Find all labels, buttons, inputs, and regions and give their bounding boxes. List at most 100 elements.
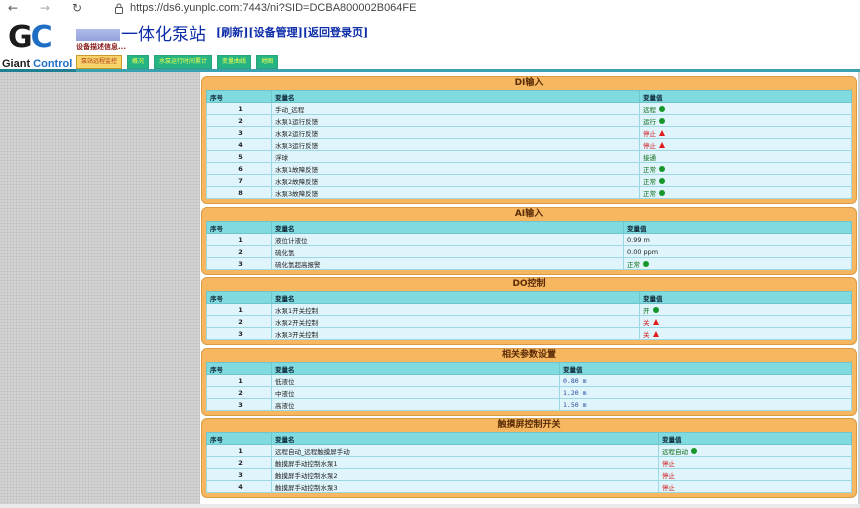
variable-value: 停止: [662, 483, 675, 492]
table-row: 2 硫化氢 0.00 ppm: [206, 245, 852, 258]
row-number: 3: [206, 468, 272, 481]
row-number: 3: [206, 398, 272, 411]
variable-value-cell: 开: [639, 303, 852, 316]
variable-value-cell: 正常: [639, 162, 852, 175]
row-number: 2: [206, 245, 272, 258]
column-header: 序号: [206, 221, 272, 234]
column-header: 序号: [206, 432, 272, 445]
status-ok-icon: [659, 106, 665, 112]
tab-variable-curve[interactable]: 变量曲线: [217, 55, 252, 69]
giant-control-logo: GC Giant Control: [2, 20, 73, 70]
variable-value-cell: 0.99 m: [623, 233, 852, 246]
tab-remote-monitor[interactable]: 泵站远程监控: [76, 55, 123, 69]
panel-title: DI输入: [514, 78, 544, 88]
variable-value: 停止: [662, 471, 675, 480]
forward-arrow-icon[interactable]: →: [38, 1, 52, 15]
row-number: 1: [206, 102, 272, 115]
table-row: 3 硫化氢超高报警 正常: [206, 257, 852, 270]
table-row: 4 触摸屏手动控制水泵3 停止: [206, 480, 852, 493]
alarm-triangle-icon: [652, 330, 659, 337]
variable-value: 正常: [643, 189, 656, 198]
variable-name: 远程自动_远程触摸屏手动: [271, 444, 659, 457]
do-panel: DO控制 序号 变量名 变量值 1 水泵1开关控制开 2 水泵2开关控制关 3 水泵3开关…: [201, 277, 857, 345]
left-pattern-pane: [0, 72, 200, 504]
variable-value-cell: 停止: [658, 480, 852, 493]
variable-name: 液位计液位: [271, 233, 624, 246]
row-number: 8: [206, 186, 272, 199]
variable-value-cell: 停止: [658, 468, 852, 481]
table-row: 1 水泵1开关控制开: [206, 303, 852, 316]
header-links: [刷新][设备管理][返回登录页]: [216, 24, 368, 40]
variable-value: 运行: [643, 117, 656, 126]
back-arrow-icon[interactable]: ←: [6, 1, 20, 15]
variable-value-cell: 关: [639, 315, 852, 328]
variable-name: 中液位: [271, 386, 560, 399]
variable-value: 停止: [643, 129, 656, 138]
tab-pump-runtime[interactable]: 水泵运行时间累计: [154, 55, 213, 69]
column-header: 变量名: [271, 221, 624, 234]
page-header: GC Giant Control 一体化泵站 [刷新][设备管理][返回登录页]…: [0, 16, 860, 70]
variable-name: 水泵1运行反馈: [271, 114, 640, 127]
row-number: 1: [206, 233, 272, 246]
table-row: 3 水泵3开关控制关: [206, 327, 852, 340]
variable-name: 触摸屏手动控制水泵2: [271, 468, 659, 481]
variable-value-cell: 正常: [639, 186, 852, 199]
do-table: 序号 变量名 变量值 1 水泵1开关控制开 2 水泵2开关控制关 3 水泵3开关控制关: [206, 291, 852, 340]
variable-name: 手动_远程: [271, 102, 640, 115]
variable-name: 水泵2故障反馈: [271, 174, 640, 187]
device-management-link[interactable]: [设备管理]: [248, 26, 302, 39]
monitor-content: DI输入 序号 变量名 变量值 1 手动_远程 远程 2 水泵1运行反馈 运行 3 水泵2运行…: [200, 72, 858, 504]
tab-overview[interactable]: 概况: [127, 55, 150, 69]
status-ok-icon: [659, 166, 665, 172]
alarm-triangle-icon: [659, 129, 665, 136]
status-ok-icon: [652, 307, 659, 313]
row-number: 6: [206, 162, 272, 175]
variable-value: 正常: [643, 177, 656, 186]
table-row: 3 触摸屏手动控制水泵2 停止: [206, 468, 852, 481]
return-login-link[interactable]: [返回登录页]: [303, 26, 368, 39]
status-ok-icon: [643, 261, 649, 267]
table-row: 6 水泵1故障反馈 正常: [206, 162, 852, 175]
table-row: 2 触摸屏手动控制水泵1 停止: [206, 456, 852, 469]
variable-value: 关: [643, 330, 650, 339]
table-row: 1 低液位 0.80 m: [206, 374, 852, 387]
row-number: 2: [206, 315, 272, 328]
row-number: 5: [206, 150, 272, 163]
panel-title: 相关参数设置: [501, 350, 556, 360]
variable-name: 浮球: [271, 150, 640, 163]
variable-name: 水泵3故障反馈: [271, 186, 640, 199]
table-row: 1 液位计液位 0.99 m: [206, 233, 852, 246]
variable-name: 水泵3开关控制: [271, 327, 640, 340]
refresh-link[interactable]: [刷新]: [216, 26, 248, 39]
variable-value-cell: 停止: [658, 456, 852, 469]
reload-icon[interactable]: ↻: [70, 1, 84, 15]
column-header: 变量名: [271, 362, 560, 375]
variable-value: 1.20 m: [563, 388, 587, 397]
variable-value: 0.80 m: [563, 376, 587, 385]
variable-value-cell: 运行: [639, 114, 852, 127]
column-header: 变量名: [271, 291, 640, 304]
variable-name: 水泵2开关控制: [271, 315, 640, 328]
variable-value: 正常: [627, 260, 640, 269]
lock-icon[interactable]: [114, 3, 124, 14]
variable-value: 1.50 m: [563, 400, 587, 409]
params-table: 序号 变量名 变量值 1 低液位 0.80 m 2 中液位 1.20 m 3 高液位 1.50 …: [206, 362, 852, 411]
row-number: 2: [206, 456, 272, 469]
row-number: 7: [206, 174, 272, 187]
variable-value-cell: 1.50 m: [559, 398, 852, 411]
address-bar[interactable]: https://ds6.yunplc.com:7443/ni?SID=DCBA8…: [130, 2, 416, 14]
variable-value: 开: [643, 306, 650, 315]
row-number: 1: [206, 444, 272, 457]
ai-panel: AI输入 序号 变量名 变量值 1 液位计液位 0.99 m 2 硫化氢 0.00 ppm…: [201, 207, 857, 275]
row-number: 2: [206, 114, 272, 127]
table-row: 1 手动_远程 远程: [206, 102, 852, 115]
variable-name: 水泵1故障反馈: [271, 162, 640, 175]
title-prefix-obscured: [76, 29, 120, 41]
page-footer: [0, 504, 860, 508]
table-row: 1 远程自动_远程触摸屏手动 远程自动: [206, 444, 852, 457]
tab-map[interactable]: 地图: [256, 55, 279, 69]
di-panel: DI输入 序号 变量名 变量值 1 手动_远程 远程 2 水泵1运行反馈 运行 3 水泵2运行…: [201, 76, 857, 204]
variable-value-cell: 远程自动: [658, 444, 852, 457]
table-row: 2 水泵1运行反馈 运行: [206, 114, 852, 127]
variable-value: 正常: [643, 165, 656, 174]
